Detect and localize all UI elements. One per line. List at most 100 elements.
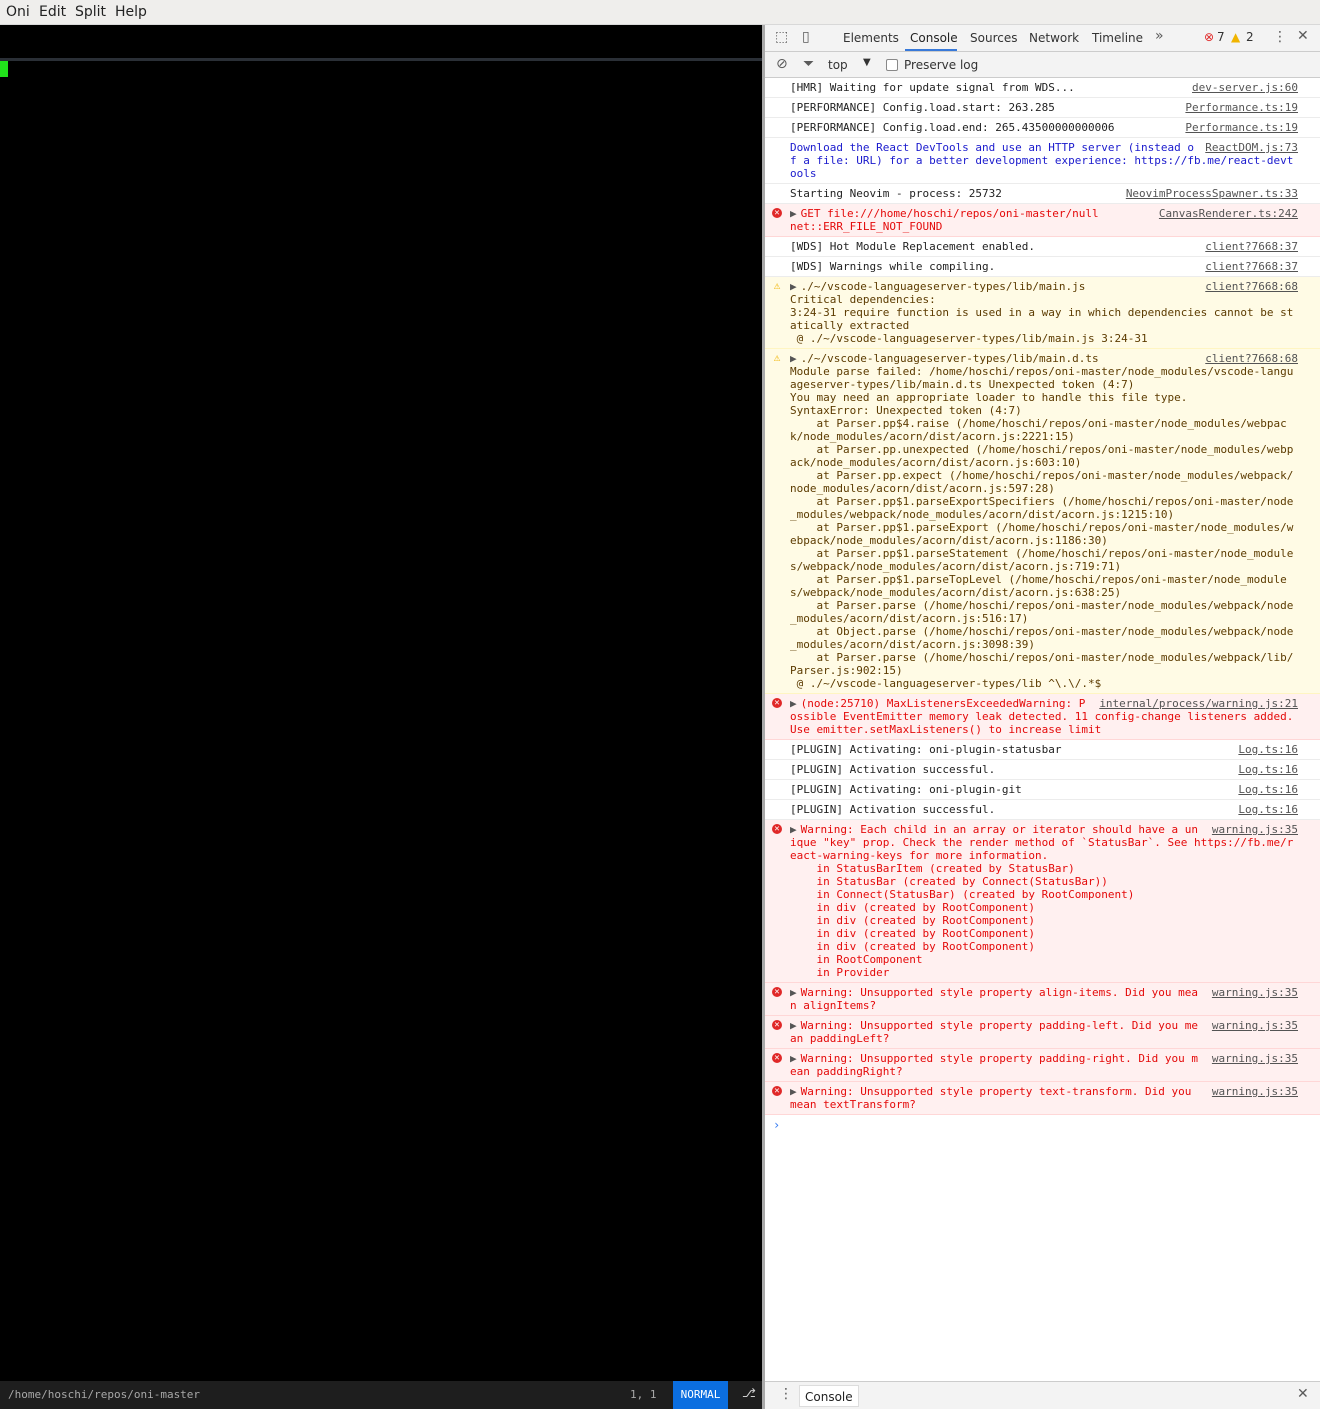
message-source-link[interactable]: client?7668:68 — [1205, 352, 1298, 365]
error-icon: ✕ — [772, 1020, 782, 1030]
console-messages: dev-server.js:60 [HMR] Waiting for update… — [765, 78, 1320, 1378]
clear-console-icon[interactable]: ⊘ — [776, 56, 788, 72]
message-source-link[interactable]: warning.js:35 — [1212, 823, 1298, 836]
tab-timeline[interactable]: Timeline — [1092, 31, 1143, 45]
message-text: GET file:///home/hoschi/repos/oni-master… — [790, 207, 1099, 233]
message-source-link[interactable]: warning.js:35 — [1212, 1085, 1298, 1098]
active-tab-indicator — [905, 49, 957, 51]
console-message[interactable]: Performance.ts:19 [PERFORMANCE] Config.lo… — [765, 118, 1320, 138]
message-source-link[interactable]: warning.js:35 — [1212, 986, 1298, 999]
error-count[interactable]: 7 — [1217, 30, 1225, 44]
git-icon: ⎇ — [742, 1386, 756, 1400]
console-message[interactable]: ✕ warning.js:35 ▶ Warning: Unsupported styl… — [765, 1082, 1320, 1115]
message-text: ./~/vscode-languageserver-types/lib/main… — [790, 352, 1294, 690]
console-message[interactable]: Log.ts:16 [PLUGIN] Activating: oni-plugin… — [765, 740, 1320, 760]
expand-triangle-icon[interactable]: ▶ — [790, 697, 797, 710]
menu-split[interactable]: Split — [75, 4, 106, 20]
expand-triangle-icon[interactable]: ▶ — [790, 1019, 797, 1032]
message-text: Warning: Unsupported style property alig… — [790, 986, 1198, 1012]
console-message[interactable]: client?7668:37 [WDS] Hot Module Replaceme… — [765, 237, 1320, 257]
more-tabs-icon[interactable]: » — [1155, 28, 1164, 44]
expand-triangle-icon[interactable]: ▶ — [790, 1052, 797, 1065]
message-text: [PERFORMANCE] Config.load.end: 265.43500… — [790, 121, 1115, 134]
drawer-tab-console[interactable]: Console — [799, 1385, 859, 1407]
message-source-link[interactable]: internal/process/warning.js:21 — [1099, 697, 1298, 710]
console-message[interactable]: ✕ CanvasRenderer.ts:242 ▶ GET file:///home/… — [765, 204, 1320, 237]
console-message[interactable]: NeovimProcessSpawner.ts:33 Starting Neovi… — [765, 184, 1320, 204]
console-message[interactable]: Log.ts:16 [PLUGIN] Activating: oni-plugin… — [765, 780, 1320, 800]
message-text: Warning: Unsupported style property padd… — [790, 1052, 1198, 1078]
device-mode-icon[interactable]: ▯ — [802, 29, 810, 45]
message-source-link[interactable]: Log.ts:16 — [1238, 763, 1298, 776]
console-message[interactable]: ⚠ client?7668:68 ▶ ./~/vscode-languageserve… — [765, 277, 1320, 349]
status-mode: NORMAL — [673, 1381, 728, 1409]
message-text: [PLUGIN] Activation successful. — [790, 763, 996, 776]
expand-triangle-icon[interactable]: ▶ — [790, 1085, 797, 1098]
expand-triangle-icon[interactable]: ▶ — [790, 207, 797, 220]
kebab-menu-icon[interactable]: ⋮ — [1273, 29, 1287, 45]
expand-triangle-icon[interactable]: ▶ — [790, 280, 797, 293]
message-text: Warning: Unsupported style property padd… — [790, 1019, 1198, 1045]
console-filter-bar: ⊘ ⏷ top ▼ Preserve log — [765, 52, 1320, 78]
console-message[interactable]: ✕ warning.js:35 ▶ Warning: Each child in an… — [765, 820, 1320, 983]
console-message[interactable]: ⚠ client?7668:68 ▶ ./~/vscode-languageserve… — [765, 349, 1320, 694]
expand-triangle-icon[interactable]: ▶ — [790, 352, 797, 365]
close-icon[interactable]: ✕ — [1297, 28, 1309, 44]
console-message[interactable]: client?7668:37 [WDS] Warnings while compi… — [765, 257, 1320, 277]
message-source-link[interactable]: Log.ts:16 — [1238, 803, 1298, 816]
menu-oni[interactable]: Oni — [6, 4, 30, 20]
console-prompt[interactable]: › — [765, 1115, 1320, 1135]
message-source-link[interactable]: dev-server.js:60 — [1192, 81, 1298, 94]
message-source-link[interactable]: NeovimProcessSpawner.ts:33 — [1126, 187, 1298, 200]
inspect-element-icon[interactable]: ⬚ — [775, 29, 788, 45]
tab-console[interactable]: Console — [910, 31, 958, 45]
expand-triangle-icon[interactable]: ▶ — [790, 986, 797, 999]
message-source-link[interactable]: Performance.ts:19 — [1185, 101, 1298, 114]
expand-triangle-icon[interactable]: ▶ — [790, 823, 797, 836]
console-message[interactable]: dev-server.js:60 [HMR] Waiting for update… — [765, 78, 1320, 98]
message-source-link[interactable]: client?7668:37 — [1205, 240, 1298, 253]
tab-sources[interactable]: Sources — [970, 31, 1017, 45]
message-text: Starting Neovim - process: 25732 — [790, 187, 1002, 200]
warning-count[interactable]: 2 — [1246, 30, 1254, 44]
menu-edit[interactable]: Edit — [39, 4, 66, 20]
menu-bar: Oni Edit Split Help — [0, 0, 1320, 25]
message-source-link[interactable]: Log.ts:16 — [1238, 743, 1298, 756]
message-source-link[interactable]: warning.js:35 — [1212, 1052, 1298, 1065]
devtools-panel: ⬚ ▯ Elements Console Sources Network Tim… — [765, 25, 1320, 1409]
preserve-log-checkbox[interactable] — [886, 59, 898, 71]
console-message[interactable]: ✕ warning.js:35 ▶ Warning: Unsupported styl… — [765, 1016, 1320, 1049]
console-drawer: ⋮ Console ✕ — [765, 1381, 1320, 1409]
message-source-link[interactable]: warning.js:35 — [1212, 1019, 1298, 1032]
console-message[interactable]: Log.ts:16 [PLUGIN] Activation successful. — [765, 800, 1320, 820]
status-path: /home/hoschi/repos/oni-master — [8, 1388, 201, 1401]
message-text: [PLUGIN] Activation successful. — [790, 803, 996, 816]
menu-help[interactable]: Help — [115, 4, 147, 20]
message-source-link[interactable]: ReactDOM.js:73 — [1205, 141, 1298, 154]
message-source-link[interactable]: Performance.ts:19 — [1185, 121, 1298, 134]
tab-network[interactable]: Network — [1029, 31, 1079, 45]
prompt-chevron-icon: › — [773, 1118, 781, 1132]
context-select[interactable]: top — [828, 58, 848, 72]
chevron-down-icon[interactable]: ▼ — [863, 57, 871, 68]
console-message[interactable]: Performance.ts:19 [PERFORMANCE] Config.lo… — [765, 98, 1320, 118]
status-cursor-position: 1, 1 — [630, 1388, 657, 1401]
filter-icon[interactable]: ⏷ — [803, 56, 814, 72]
console-message[interactable]: Log.ts:16 [PLUGIN] Activation successful. — [765, 760, 1320, 780]
error-icon: ✕ — [772, 208, 782, 218]
editor-pane[interactable] — [0, 25, 762, 1381]
message-source-link[interactable]: Log.ts:16 — [1238, 783, 1298, 796]
console-message[interactable]: ✕ warning.js:35 ▶ Warning: Unsupported styl… — [765, 983, 1320, 1016]
message-text: Warning: Each child in an array or itera… — [790, 823, 1294, 979]
message-source-link[interactable]: client?7668:68 — [1205, 280, 1298, 293]
console-message[interactable]: ReactDOM.js:73 Download the React DevTool… — [765, 138, 1320, 184]
console-message[interactable]: ✕ internal/process/warning.js:21 ▶ (node:25… — [765, 694, 1320, 740]
error-icon: ✕ — [772, 1086, 782, 1096]
drawer-menu-icon[interactable]: ⋮ — [779, 1386, 793, 1402]
tab-elements[interactable]: Elements — [843, 31, 899, 45]
error-icon: ✕ — [772, 1053, 782, 1063]
message-source-link[interactable]: client?7668:37 — [1205, 260, 1298, 273]
console-message[interactable]: ✕ warning.js:35 ▶ Warning: Unsupported styl… — [765, 1049, 1320, 1082]
message-source-link[interactable]: CanvasRenderer.ts:242 — [1159, 207, 1298, 220]
drawer-close-icon[interactable]: ✕ — [1297, 1386, 1309, 1402]
